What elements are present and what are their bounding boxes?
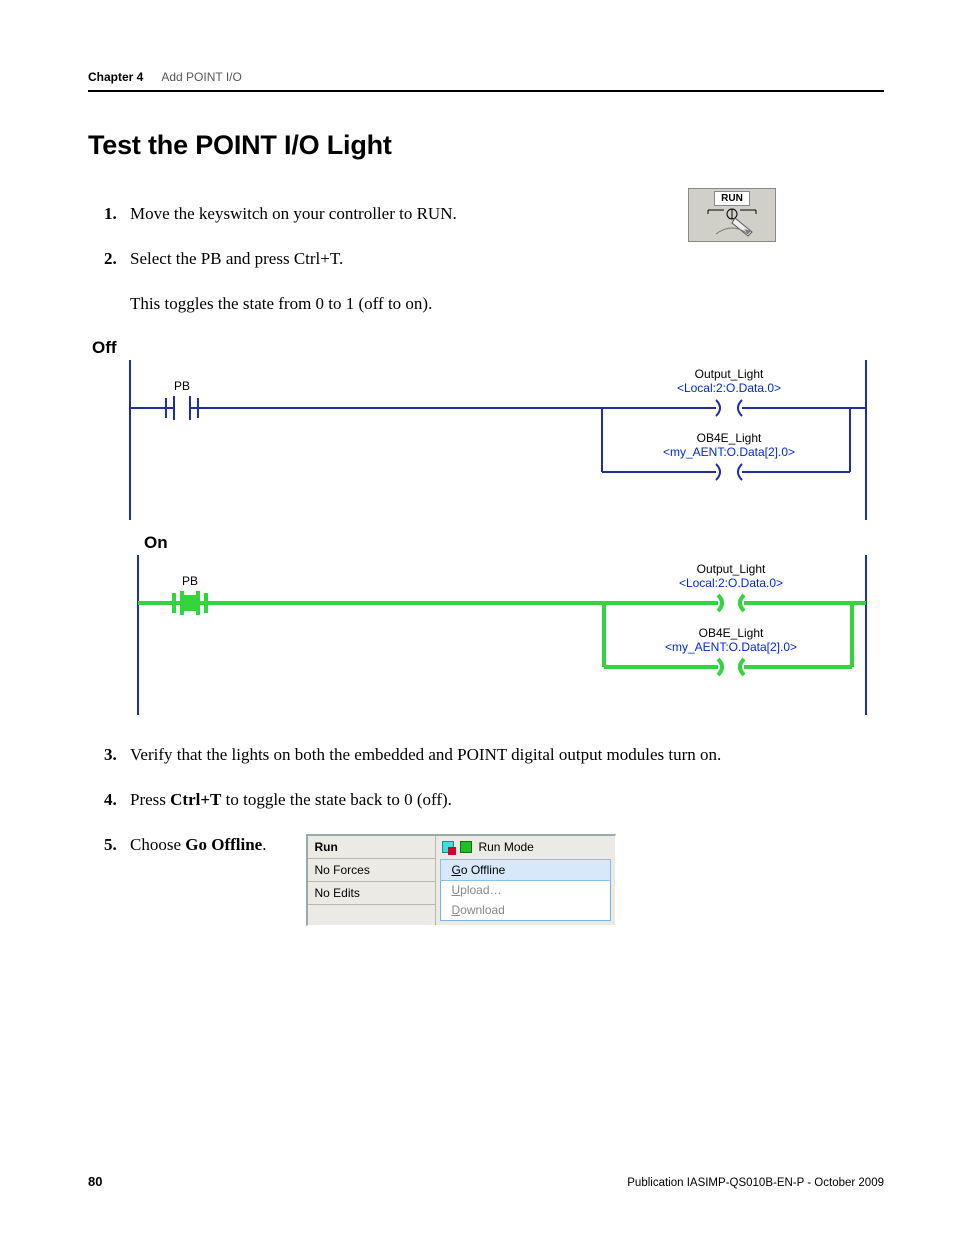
output-name: OB4E_Light xyxy=(697,431,762,445)
step-text-bold: Ctrl+T xyxy=(170,790,221,809)
step-subtext: This toggles the state from 0 to 1 (off … xyxy=(130,293,884,316)
run-mode-row: Run Mode xyxy=(440,838,611,859)
ladder-on: PB Output_Light <Local:2:O.Data.0> OB4E_… xyxy=(136,555,884,720)
status-edits: No Edits xyxy=(308,882,435,905)
page-number: 80 xyxy=(88,1174,102,1189)
controller-status-panel: Run No Forces No Edits Run Mode GGo Offl… xyxy=(306,834,616,927)
status-forces: No Forces xyxy=(308,859,435,882)
pb-label: PB xyxy=(174,379,190,393)
state-label-on: On xyxy=(144,533,884,553)
pb-label: PB xyxy=(182,574,198,588)
state-label-off: Off xyxy=(92,338,884,358)
step-text: Verify that the lights on both the embed… xyxy=(130,745,721,764)
publication-id: Publication IASIMP-QS010B-EN-P - October… xyxy=(627,1177,884,1189)
menu-download[interactable]: DownloadDownload xyxy=(441,900,610,920)
run-mode-label: Run Mode xyxy=(478,839,533,855)
output-name: Output_Light xyxy=(695,367,764,381)
section-title: Test the POINT I/O Light xyxy=(88,130,884,161)
status-column: Run No Forces No Edits xyxy=(308,836,436,926)
page-header: Chapter 4 Add POINT I/O xyxy=(88,70,884,92)
output-tag: <my_AENT:O.Data[2].0> xyxy=(665,640,797,654)
ladder-off: PB Output_Light <Local:2:O.Data.0> OB4E_… xyxy=(128,360,884,525)
step-1: 1. Move the keyswitch on your controller… xyxy=(104,203,884,226)
status-run: Run xyxy=(308,836,435,859)
step-text-bold: Go Offline xyxy=(185,835,262,854)
menu-go-offline[interactable]: GGo Offlineo Offline xyxy=(440,859,611,881)
step-list-cont: 3. Verify that the lights on both the em… xyxy=(88,744,884,927)
step-text-pre: Press xyxy=(130,790,170,809)
step-text-pre: Choose xyxy=(130,835,185,854)
step-2: 2. Select the PB and press Ctrl+T. This … xyxy=(104,248,884,316)
menu-upload[interactable]: Upload…Upload… xyxy=(441,880,610,900)
step-text-post: to toggle the state back to 0 (off). xyxy=(221,790,452,809)
step-5: 5. Choose Go Offline. Run No Forces No E… xyxy=(104,834,884,927)
step-number: 2. xyxy=(104,248,117,271)
step-number: 5. xyxy=(104,834,117,857)
output-tag: <my_AENT:O.Data[2].0> xyxy=(663,445,795,459)
chapter-title: Add POINT I/O xyxy=(161,70,241,84)
step-list: 1. Move the keyswitch on your controller… xyxy=(88,203,884,316)
step-3: 3. Verify that the lights on both the em… xyxy=(104,744,884,767)
controller-menu: GGo Offlineo Offline Upload…Upload… Down… xyxy=(440,859,611,922)
output-name: Output_Light xyxy=(697,562,766,576)
step-4: 4. Press Ctrl+T to toggle the state back… xyxy=(104,789,884,812)
output-name: OB4E_Light xyxy=(699,626,764,640)
step-text: Select the PB and press Ctrl+T. xyxy=(130,249,343,268)
chapter-label: Chapter 4 xyxy=(88,70,143,84)
step-text-post: . xyxy=(262,835,266,854)
step-number: 4. xyxy=(104,789,117,812)
step-number: 3. xyxy=(104,744,117,767)
step-text: Move the keyswitch on your controller to… xyxy=(130,204,457,223)
status-led-icon xyxy=(442,841,454,853)
output-tag: <Local:2:O.Data.0> xyxy=(677,381,781,395)
page-footer: 80 Publication IASIMP-QS010B-EN-P - Octo… xyxy=(88,1174,884,1189)
step-number: 1. xyxy=(104,203,117,226)
output-tag: <Local:2:O.Data.0> xyxy=(679,576,783,590)
run-led-icon xyxy=(460,841,472,853)
